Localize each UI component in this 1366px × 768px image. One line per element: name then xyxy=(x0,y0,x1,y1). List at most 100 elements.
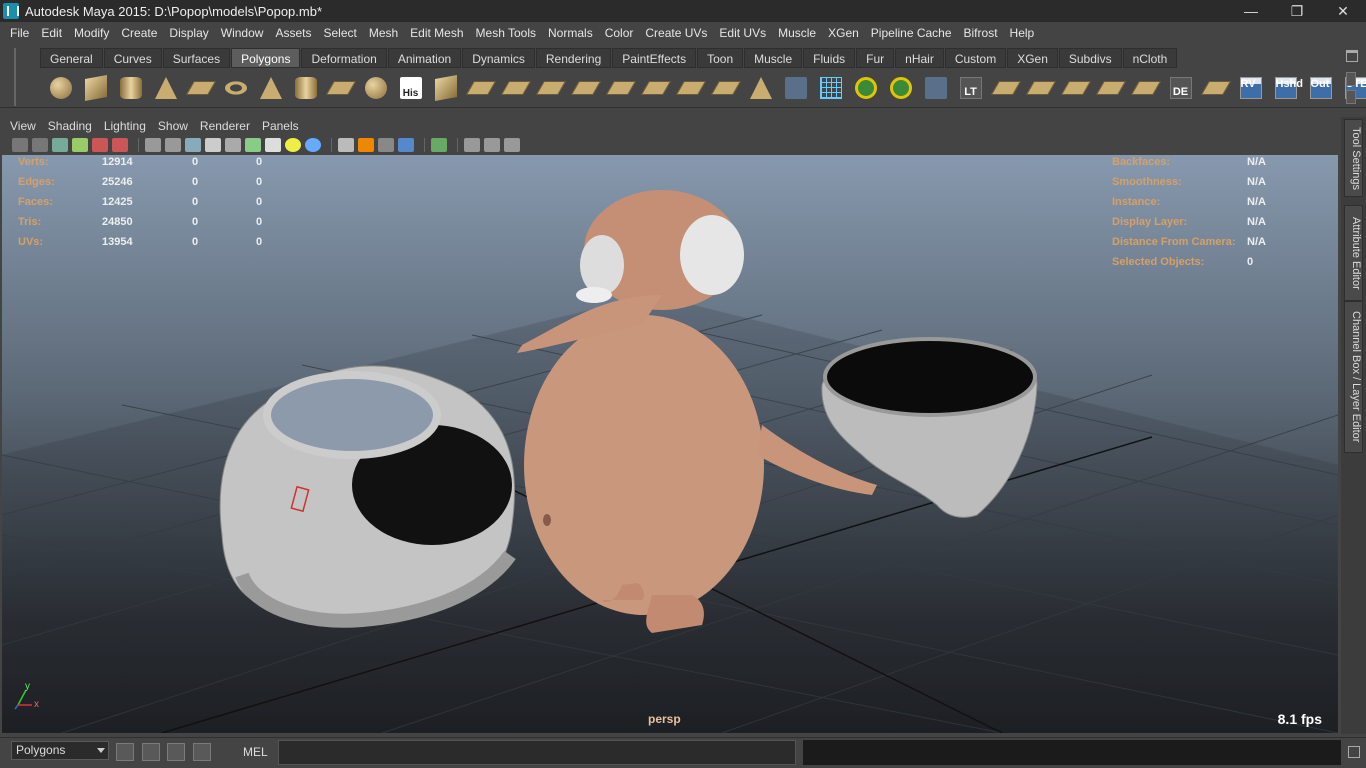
perspective-viewport[interactable]: Verts: 12914 0 0 Edges: 25246 0 0 Faces:… xyxy=(2,155,1338,733)
layer-toggle-icon[interactable] xyxy=(193,743,211,761)
poly-sphere-icon[interactable] xyxy=(44,72,77,105)
script-language-label[interactable]: MEL xyxy=(243,745,268,759)
grid-toggle-icon[interactable] xyxy=(92,138,108,152)
tab-tool-settings[interactable]: Tool Settings xyxy=(1344,119,1363,197)
lt-icon[interactable]: LT xyxy=(954,72,987,105)
wireframe-on-shaded-icon[interactable] xyxy=(205,138,221,152)
poly-pyramid-icon[interactable] xyxy=(254,72,287,105)
uv-tool-4-icon[interactable] xyxy=(1094,72,1127,105)
menu-pipeline-cache[interactable]: Pipeline Cache xyxy=(865,26,958,40)
tab-attribute-editor[interactable]: Attribute Editor xyxy=(1344,205,1363,301)
smooth-shading-icon[interactable] xyxy=(165,138,181,152)
layout-toggle-icon[interactable] xyxy=(142,743,160,761)
menu-edit-mesh[interactable]: Edit Mesh xyxy=(404,26,469,40)
single-view-icon[interactable] xyxy=(464,138,480,152)
wireframe-shading-icon[interactable] xyxy=(145,138,161,152)
default-material-icon[interactable] xyxy=(185,138,201,152)
poly-torus-icon[interactable] xyxy=(219,72,252,105)
menu-help[interactable]: Help xyxy=(1004,26,1041,40)
two-pane-icon[interactable] xyxy=(484,138,500,152)
menu-xgen[interactable]: XGen xyxy=(822,26,865,40)
smooth-icon[interactable] xyxy=(569,72,602,105)
shelf-tab-surfaces[interactable]: Surfaces xyxy=(162,48,231,68)
mirror-icon[interactable] xyxy=(639,72,672,105)
menu-window[interactable]: Window xyxy=(215,26,270,40)
restore-button[interactable]: ❐ xyxy=(1274,0,1320,22)
shelf-tab-custom[interactable]: Custom xyxy=(944,48,1007,68)
shadows-icon[interactable] xyxy=(305,138,321,152)
sculpt-brush-icon[interactable] xyxy=(779,72,812,105)
uv-tool-5-icon[interactable] xyxy=(1129,72,1162,105)
shelf-tab-fluids[interactable]: Fluids xyxy=(803,48,856,68)
resolution-gate-icon[interactable] xyxy=(431,138,447,152)
history-icon[interactable]: His xyxy=(394,72,427,105)
booleans-icon[interactable] xyxy=(534,72,567,105)
menu-mesh[interactable]: Mesh xyxy=(363,26,404,40)
lighting-icon[interactable] xyxy=(285,138,301,152)
out-icon[interactable]: Out xyxy=(1304,72,1337,105)
soft-select-icon[interactable] xyxy=(849,72,882,105)
close-button[interactable]: ✕ xyxy=(1320,0,1366,22)
shelf-tab-muscle[interactable]: Muscle xyxy=(744,48,803,68)
xray-icon[interactable] xyxy=(225,138,241,152)
poly-pipe-icon[interactable] xyxy=(289,72,322,105)
menu-modify[interactable]: Modify xyxy=(68,26,115,40)
menu-set-dropdown[interactable]: Polygons xyxy=(11,741,109,760)
shelf-tab-subdivs[interactable]: Subdivs xyxy=(1058,48,1122,68)
script-editor-icon[interactable] xyxy=(1348,746,1360,758)
shelf-tab-toon[interactable]: Toon xyxy=(697,48,744,68)
image-plane-icon[interactable] xyxy=(72,138,88,152)
textured-icon[interactable] xyxy=(265,138,281,152)
poly-helix-icon[interactable] xyxy=(324,72,357,105)
menu-muscle[interactable]: Muscle xyxy=(772,26,822,40)
menu-assets[interactable]: Assets xyxy=(269,26,317,40)
extrude-icon[interactable] xyxy=(709,72,742,105)
vp-menu-shading[interactable]: Shading xyxy=(42,119,98,133)
tab-channel-box[interactable]: Channel Box / Layer Editor xyxy=(1344,301,1363,453)
shelf-tab-rendering[interactable]: Rendering xyxy=(535,48,612,68)
channel-toggle-icon[interactable] xyxy=(167,743,185,761)
shelf-tab-deformation[interactable]: Deformation xyxy=(301,48,387,68)
vp-menu-renderer[interactable]: Renderer xyxy=(194,119,256,133)
paint-tool-icon[interactable] xyxy=(919,72,952,105)
uv-tool-2-icon[interactable] xyxy=(1024,72,1057,105)
shelf-tab-dynamics[interactable]: Dynamics xyxy=(462,48,535,68)
bookmarks-icon[interactable] xyxy=(52,138,68,152)
rv-icon[interactable]: RV xyxy=(1234,72,1267,105)
shelf-tab-fur[interactable]: Fur xyxy=(856,48,895,68)
wireframe-icon[interactable] xyxy=(814,72,847,105)
shelf-tab-ncloth[interactable]: nCloth xyxy=(1122,48,1178,68)
menu-create-uvs[interactable]: Create UVs xyxy=(639,26,713,40)
shelf-tab-xgen[interactable]: XGen xyxy=(1007,48,1058,68)
menu-display[interactable]: Display xyxy=(163,26,214,40)
shelf-tab-nhair[interactable]: nHair xyxy=(895,48,944,68)
menu-select[interactable]: Select xyxy=(317,26,362,40)
poly-plane-icon[interactable] xyxy=(184,72,217,105)
vp-menu-show[interactable]: Show xyxy=(152,119,194,133)
outliner-toggle-icon[interactable] xyxy=(116,743,134,761)
shelf-drag-handle[interactable] xyxy=(14,48,34,106)
vp-menu-panels[interactable]: Panels xyxy=(256,119,305,133)
shelf-scroll-arrows[interactable] xyxy=(1346,72,1358,106)
anti-alias-icon[interactable] xyxy=(398,138,414,152)
shelf-tab-polygons[interactable]: Polygons xyxy=(231,48,301,68)
extract-icon[interactable] xyxy=(499,72,532,105)
uv-tool-3-icon[interactable] xyxy=(1059,72,1092,105)
transform-gizmo-icon[interactable] xyxy=(884,72,917,105)
bridge-icon[interactable] xyxy=(674,72,707,105)
film-gate-icon[interactable] xyxy=(112,138,128,152)
select-camera-icon[interactable] xyxy=(12,138,28,152)
hshd-icon[interactable]: Hshd xyxy=(1269,72,1303,105)
isolate-select-icon[interactable] xyxy=(338,138,354,152)
shelf-tab-animation[interactable]: Animation xyxy=(387,48,462,68)
minimize-button[interactable]: — xyxy=(1228,0,1274,22)
shelf-trash-icon[interactable] xyxy=(1346,50,1358,62)
menu-normals[interactable]: Normals xyxy=(542,26,599,40)
menu-create[interactable]: Create xyxy=(115,26,163,40)
bevel-icon[interactable] xyxy=(744,72,777,105)
vp-menu-view[interactable]: View xyxy=(4,119,42,133)
menu-color[interactable]: Color xyxy=(599,26,640,40)
ambient-occlusion-icon[interactable] xyxy=(358,138,374,152)
menu-mesh-tools[interactable]: Mesh Tools xyxy=(470,26,542,40)
uv-tool-6-icon[interactable] xyxy=(1199,72,1232,105)
